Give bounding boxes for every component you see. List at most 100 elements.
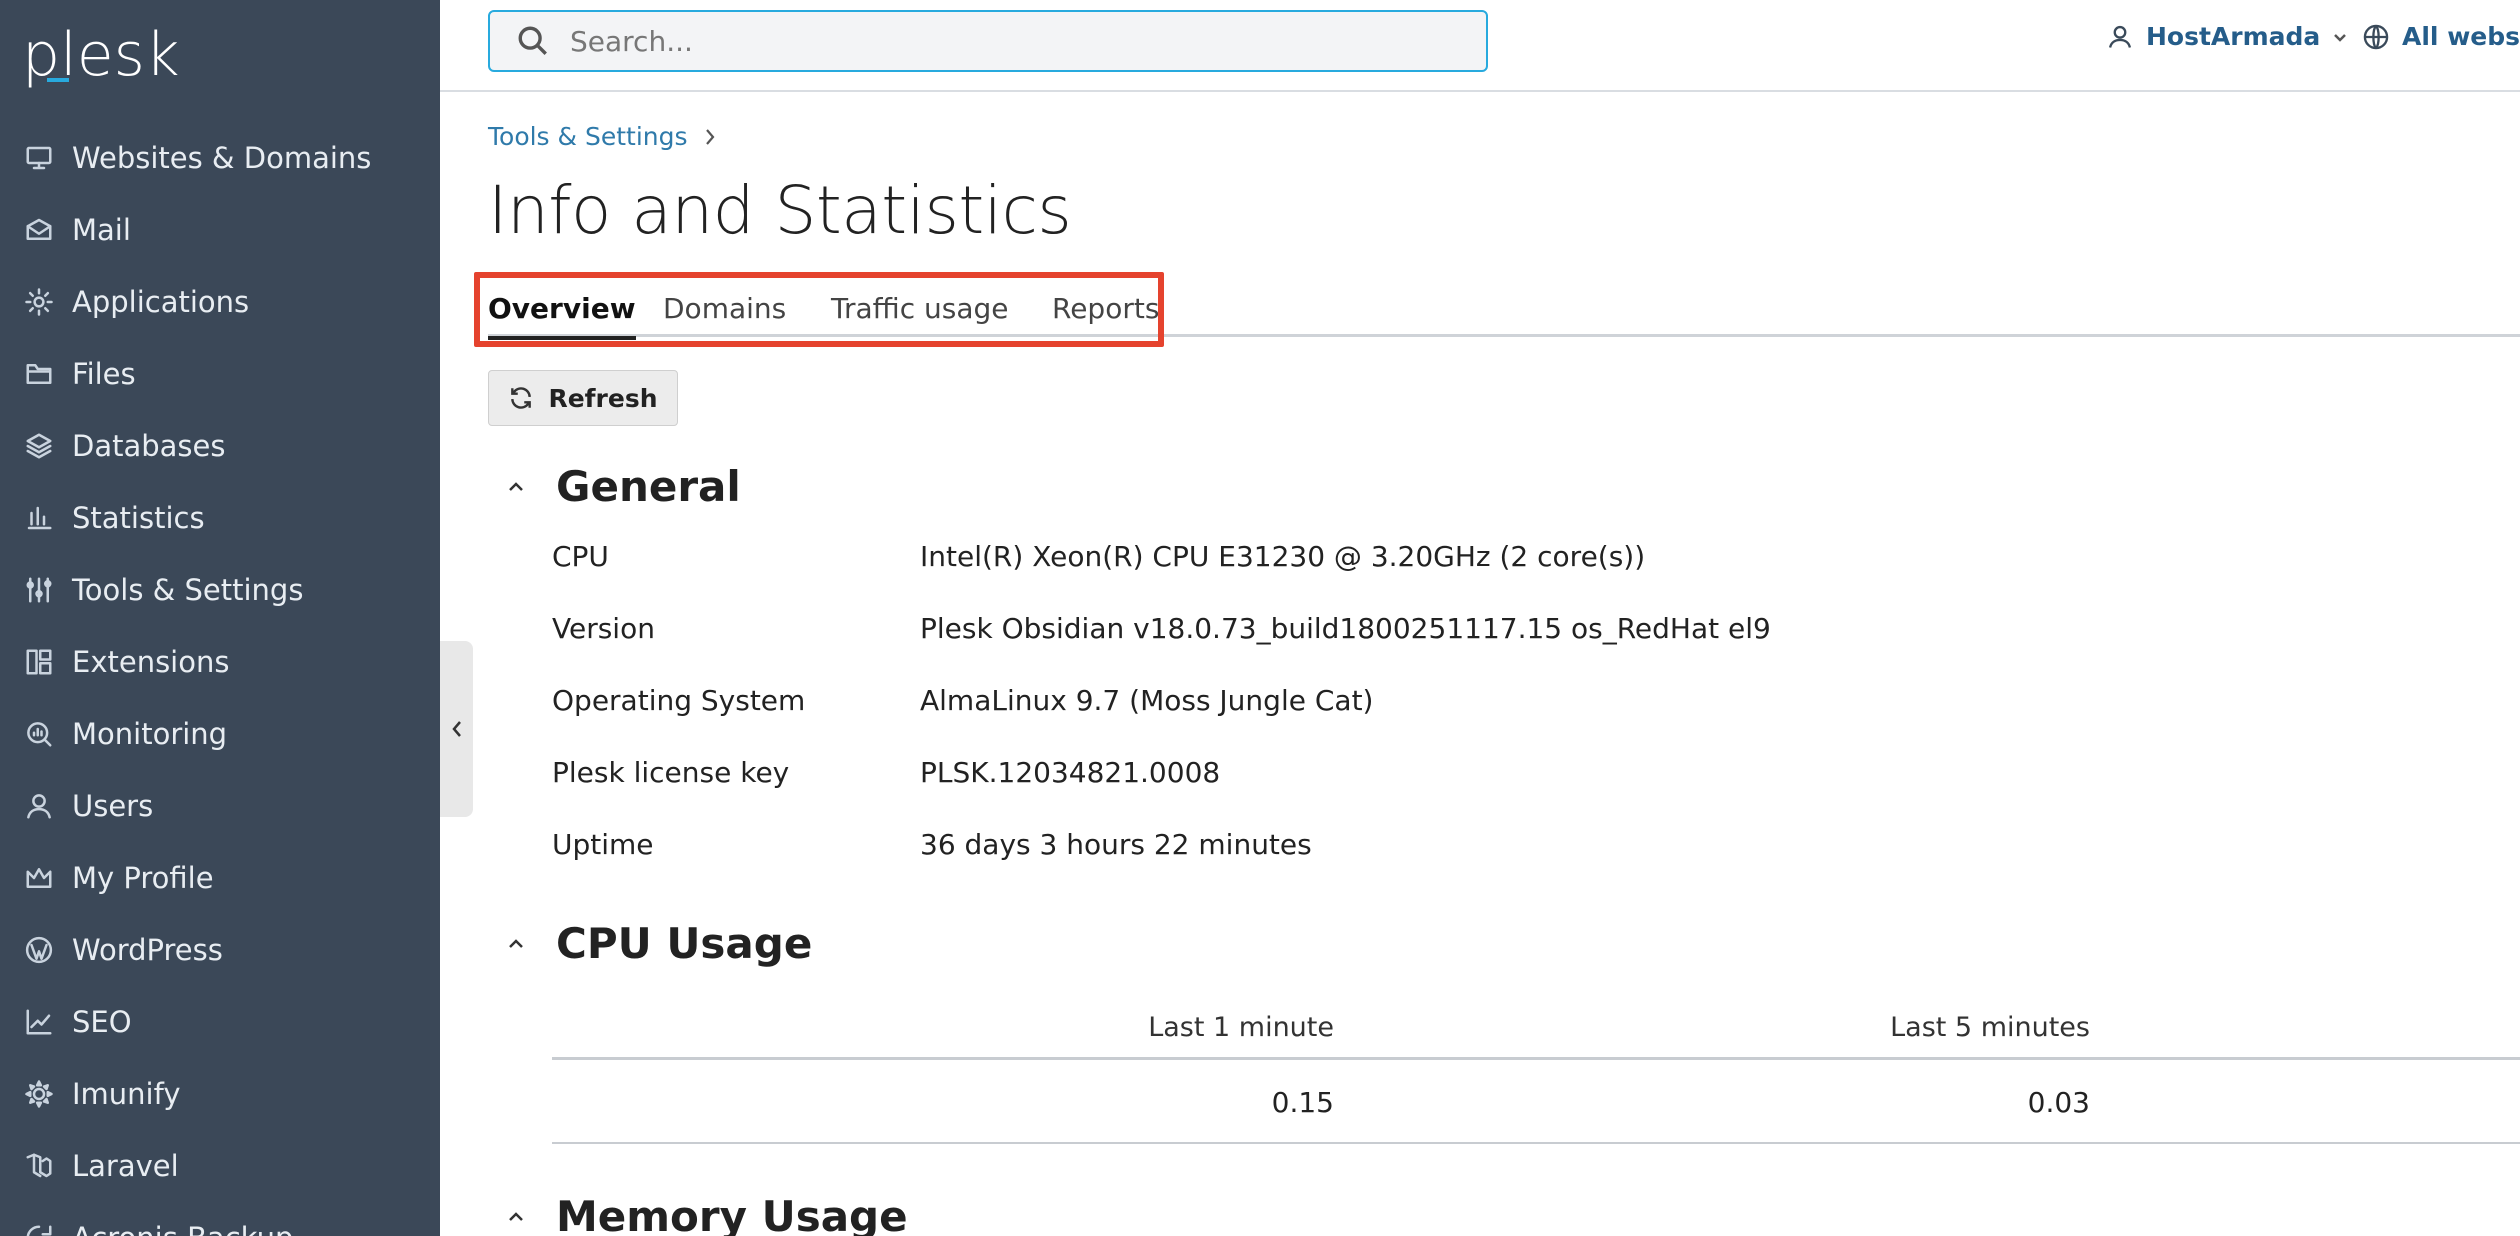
- tab-bar: Overview Domains Traffic usage Reports: [488, 292, 2520, 340]
- monitoring-icon: [22, 717, 56, 751]
- sidebar-item-label: Acronis Backup: [72, 1221, 293, 1236]
- plesk-logo[interactable]: plesk: [22, 20, 180, 90]
- user-menu[interactable]: HostArmada: [2106, 22, 2360, 51]
- section-memory-usage-toggle[interactable]: Memory Usage: [504, 1192, 908, 1236]
- info-row-license-key: Plesk license key PLSK.12034821.0008: [552, 756, 1220, 789]
- table-header: Last 1 minute Last 5 minutes: [552, 992, 2520, 1060]
- sidebar-item-websites-domains[interactable]: Websites & Domains: [22, 132, 371, 184]
- webspaces-selector[interactable]: All webspaces: [2362, 22, 2520, 51]
- chevron-down-icon: [2334, 33, 2347, 42]
- refresh-label: Refresh: [548, 383, 658, 413]
- wordpress-icon: [22, 933, 56, 967]
- info-key: CPU: [552, 540, 609, 573]
- info-value: PLSK.12034821.0008: [920, 756, 1221, 789]
- section-cpu-usage-toggle[interactable]: CPU Usage: [504, 919, 812, 968]
- top-bar: HostArmada All webspaces: [440, 0, 2520, 92]
- sidebar-item-label: Tools & Settings: [72, 573, 304, 607]
- info-value: Plesk Obsidian v18.0.73_build1800251117.…: [920, 612, 1771, 645]
- sidebar-item-applications[interactable]: Applications: [22, 276, 249, 328]
- info-key: Uptime: [552, 828, 654, 861]
- sidebar-item-wordpress[interactable]: WordPress: [22, 924, 223, 976]
- sidebar-item-monitoring[interactable]: Monitoring: [22, 708, 227, 760]
- main-content: Tools & Settings Info and Statistics Ove…: [440, 92, 2520, 1236]
- sidebar-item-label: Files: [72, 357, 136, 391]
- section-memory-usage-title: Memory Usage: [556, 1192, 908, 1236]
- user-name: HostArmada: [2146, 22, 2321, 51]
- sidebar-item-label: Laravel: [72, 1149, 179, 1183]
- sidebar-item-label: SEO: [72, 1005, 132, 1039]
- sidebar-item-label: Databases: [72, 429, 226, 463]
- sliders-icon: [22, 573, 56, 607]
- layers-icon: [22, 429, 56, 463]
- crown-icon: [22, 861, 56, 895]
- info-value: AlmaLinux 9.7 (Moss Jungle Cat): [920, 684, 1374, 717]
- trend-chart-icon: [22, 1005, 56, 1039]
- mail-icon: [22, 213, 56, 247]
- sidebar-item-label: Statistics: [72, 501, 205, 535]
- sidebar-item-acronis-backup[interactable]: Acronis Backup: [22, 1212, 293, 1236]
- info-value: Intel(R) Xeon(R) CPU E31230 @ 3.20GHz (2…: [920, 540, 1646, 573]
- column-header: Last 1 minute: [1148, 1012, 1334, 1043]
- tab-traffic-usage[interactable]: Traffic usage: [831, 292, 1009, 337]
- sidebar-item-files[interactable]: Files: [22, 348, 136, 400]
- table-cell: 0.03: [2027, 1086, 2090, 1119]
- globe-icon: [2363, 24, 2389, 49]
- sidebar-item-label: Applications: [72, 285, 250, 319]
- search-input[interactable]: [570, 24, 1450, 58]
- sidebar-item-databases[interactable]: Databases: [22, 420, 225, 472]
- search-icon: [516, 24, 550, 58]
- sidebar-item-label: Websites & Domains: [72, 141, 372, 175]
- chevron-up-icon: [509, 1211, 523, 1221]
- tab-overview[interactable]: Overview: [488, 292, 636, 340]
- sidebar-item-label: Imunify: [72, 1077, 181, 1111]
- info-key: Plesk license key: [552, 756, 790, 789]
- laravel-icon: [22, 1149, 56, 1183]
- sidebar-item-label: Users: [72, 789, 154, 823]
- refresh-button[interactable]: Refresh: [488, 370, 678, 426]
- cog-icon: [22, 1077, 56, 1111]
- tab-reports[interactable]: Reports: [1052, 292, 1159, 337]
- sidebar-item-mail[interactable]: Mail: [22, 204, 131, 256]
- folder-icon: [22, 357, 56, 391]
- refresh-icon: [511, 387, 532, 409]
- user-icon: [2108, 25, 2132, 48]
- chevron-right-icon: [705, 128, 714, 145]
- sidebar-item-imunify[interactable]: Imunify: [22, 1068, 180, 1120]
- sidebar-item-seo[interactable]: SEO: [22, 996, 132, 1048]
- sidebar-item-label: Mail: [72, 213, 131, 247]
- blocks-icon: [22, 645, 56, 679]
- info-key: Version: [552, 612, 655, 645]
- sidebar-item-laravel[interactable]: Laravel: [22, 1140, 179, 1192]
- info-value: 36 days 3 hours 22 minutes: [920, 828, 1312, 861]
- sidebar-item-extensions[interactable]: Extensions: [22, 636, 229, 688]
- gear-icon: [22, 285, 56, 319]
- tab-domains[interactable]: Domains: [663, 292, 786, 337]
- page-title: Info and Statistics: [488, 172, 1072, 249]
- column-header: Last 5 minutes: [1890, 1012, 2090, 1043]
- logo-text: plesk: [22, 20, 180, 90]
- info-row-operating-system: Operating System AlmaLinux 9.7 (Moss Jun…: [552, 684, 1373, 717]
- table-cell: 0.15: [1271, 1086, 1334, 1119]
- breadcrumb-link[interactable]: Tools & Settings: [488, 122, 688, 151]
- sidebar-item-label: My Profile: [72, 861, 214, 895]
- bar-chart-icon: [22, 501, 56, 535]
- logo-underline: [47, 78, 69, 82]
- app-root: plesk Websites & Domains Mail Applicatio…: [0, 0, 2520, 1236]
- info-row-version: Version Plesk Obsidian v18.0.73_build180…: [552, 612, 1771, 645]
- backup-icon: [22, 1221, 56, 1236]
- section-general-toggle[interactable]: General: [504, 462, 741, 511]
- table-row: 0.15 0.03: [552, 1060, 2520, 1144]
- webspaces-label: All webspaces: [2402, 22, 2520, 51]
- sidebar-item-label: WordPress: [72, 933, 223, 967]
- sidebar-item-tools-settings[interactable]: Tools & Settings: [22, 564, 303, 616]
- sidebar-item-users[interactable]: Users: [22, 780, 153, 832]
- chevron-up-icon: [509, 481, 523, 491]
- section-cpu-usage-title: CPU Usage: [556, 919, 813, 968]
- search-box[interactable]: [488, 10, 1488, 72]
- info-row-uptime: Uptime 36 days 3 hours 22 minutes: [552, 828, 1312, 861]
- sidebar-item-my-profile[interactable]: My Profile: [22, 852, 214, 904]
- chevron-up-icon: [509, 938, 523, 948]
- sidebar-item-statistics[interactable]: Statistics: [22, 492, 205, 544]
- info-row-cpu: CPU Intel(R) Xeon(R) CPU E31230 @ 3.20GH…: [552, 540, 1645, 573]
- info-key: Operating System: [552, 684, 806, 717]
